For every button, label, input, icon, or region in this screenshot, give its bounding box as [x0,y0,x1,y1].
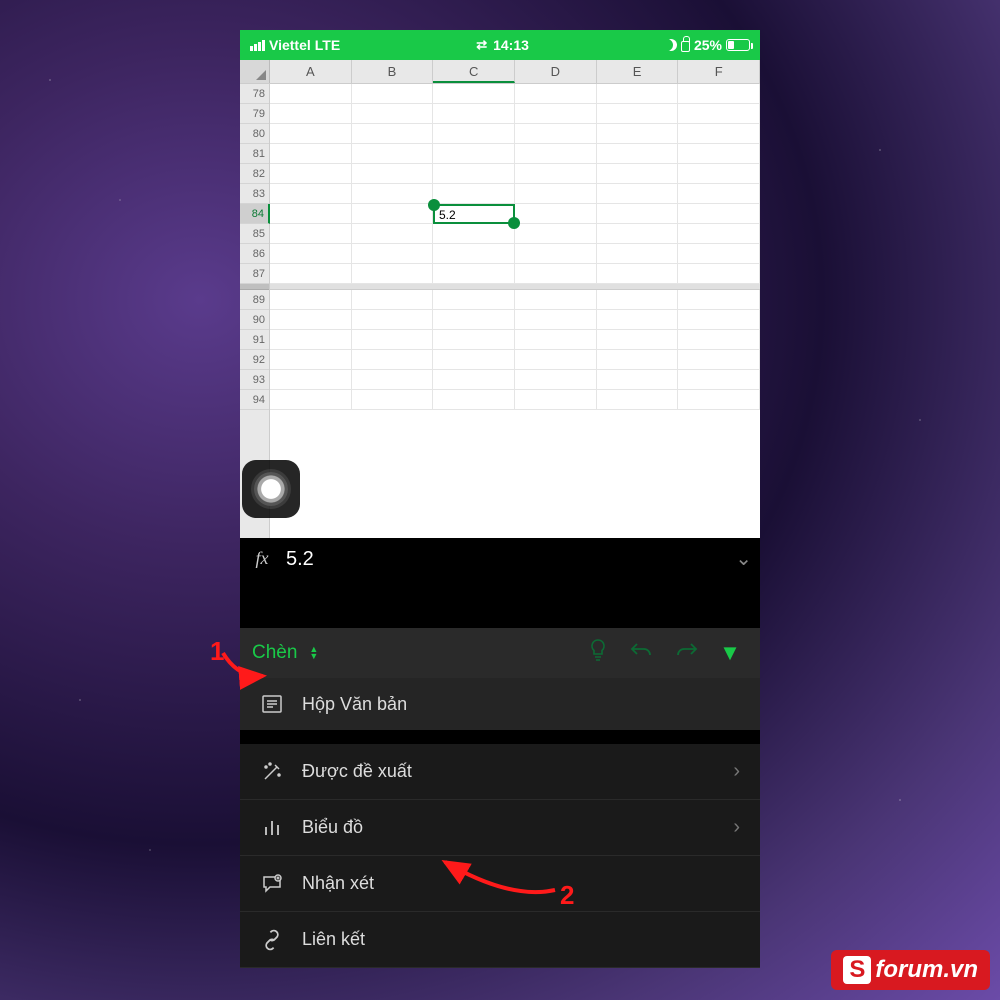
clock: 14:13 [493,37,529,53]
fx-icon[interactable]: fx [248,544,276,622]
row-header[interactable]: 85 [240,224,269,244]
menu-label: Biểu đồ [302,817,363,838]
rotation-lock-icon [681,41,690,52]
col-header-f[interactable]: F [678,60,760,83]
ribbon-tab-selector[interactable]: Chèn ▲▼ [252,642,318,664]
row-header[interactable]: 86 [240,244,269,264]
updown-icon: ▲▼ [309,646,318,660]
cell-value: 5.2 [439,208,456,222]
watermark-text: forum.vn [875,956,978,984]
selection-handle-br[interactable] [508,217,520,229]
menu-item-comment[interactable]: Nhận xét [240,856,760,912]
row-header[interactable]: 94 [240,390,269,410]
link-icon [260,928,284,952]
cell-grid[interactable]: 5.2 [270,84,760,538]
menu-label: Nhận xét [302,873,374,894]
row-header[interactable]: 89 [240,290,269,310]
annotation-number-1: 1 [210,636,224,667]
row-header[interactable]: 82 [240,164,269,184]
col-header-d[interactable]: D [515,60,597,83]
selected-cell[interactable]: 5.2 [433,204,515,224]
row-header[interactable]: 83 [240,184,269,204]
col-header-a[interactable]: A [270,60,352,83]
row-header[interactable]: 91 [240,330,269,350]
insert-menu: Hộp Văn bản Được đề xuất › Biểu đồ › Nhậ… [240,678,760,968]
assistive-touch[interactable] [242,460,300,518]
selection-handle-tl[interactable] [428,199,440,211]
row-header[interactable]: 87 [240,264,269,284]
hotspot-icon: ⇄ [476,37,487,53]
phone-screen: Viettel LTE ⇄ 14:13 25% A B C D E F 78 [240,30,760,968]
ribbon-toolbar: Chèn ▲▼ ▼ [240,628,760,678]
menu-label: Hộp Văn bản [302,694,407,715]
carrier-label: Viettel [269,37,311,53]
row-header[interactable]: 93 [240,370,269,390]
col-header-e[interactable]: E [597,60,679,83]
row-header[interactable]: 80 [240,124,269,144]
chevron-down-icon[interactable]: ⌄ [735,544,752,622]
redo-icon[interactable] [668,640,704,666]
signal-icon [250,40,265,51]
undo-icon[interactable] [624,640,660,666]
row-header-selected[interactable]: 84 [240,204,270,224]
ribbon-tab-label: Chèn [252,642,297,664]
col-header-c[interactable]: C [433,60,515,83]
textbox-icon [260,692,284,716]
lightbulb-icon[interactable] [580,638,616,668]
col-header-b[interactable]: B [352,60,434,83]
battery-icon [726,39,750,51]
network-label: LTE [315,37,340,53]
comment-icon [260,872,284,896]
watermark-badge: S forum.vn [831,950,990,990]
formula-value[interactable]: 5.2 [286,544,725,622]
chart-icon [260,816,284,840]
wand-icon [260,760,284,784]
status-bar: Viettel LTE ⇄ 14:13 25% [240,30,760,60]
row-header[interactable]: 81 [240,144,269,164]
formula-bar[interactable]: fx 5.2 ⌄ [240,538,760,628]
chevron-right-icon: › [733,760,740,783]
dnd-icon [665,39,677,51]
menu-label: Liên kết [302,929,365,950]
select-all-corner[interactable] [240,60,270,83]
menu-item-suggested[interactable]: Được đề xuất › [240,744,760,800]
row-header[interactable]: 92 [240,350,269,370]
watermark-s: S [843,956,871,984]
spreadsheet[interactable]: A B C D E F 78 79 80 81 82 83 84 85 86 8… [240,60,760,538]
menu-item-chart[interactable]: Biểu đồ › [240,800,760,856]
column-headers: A B C D E F [240,60,760,84]
row-header[interactable]: 90 [240,310,269,330]
row-header[interactable]: 79 [240,104,269,124]
menu-item-textbox[interactable]: Hộp Văn bản [240,678,760,730]
collapse-icon[interactable]: ▼ [712,640,748,666]
battery-percent: 25% [694,37,722,53]
menu-item-link[interactable]: Liên kết [240,912,760,968]
chevron-right-icon: › [733,816,740,839]
menu-label: Được đề xuất [302,761,412,782]
row-header[interactable]: 78 [240,84,269,104]
